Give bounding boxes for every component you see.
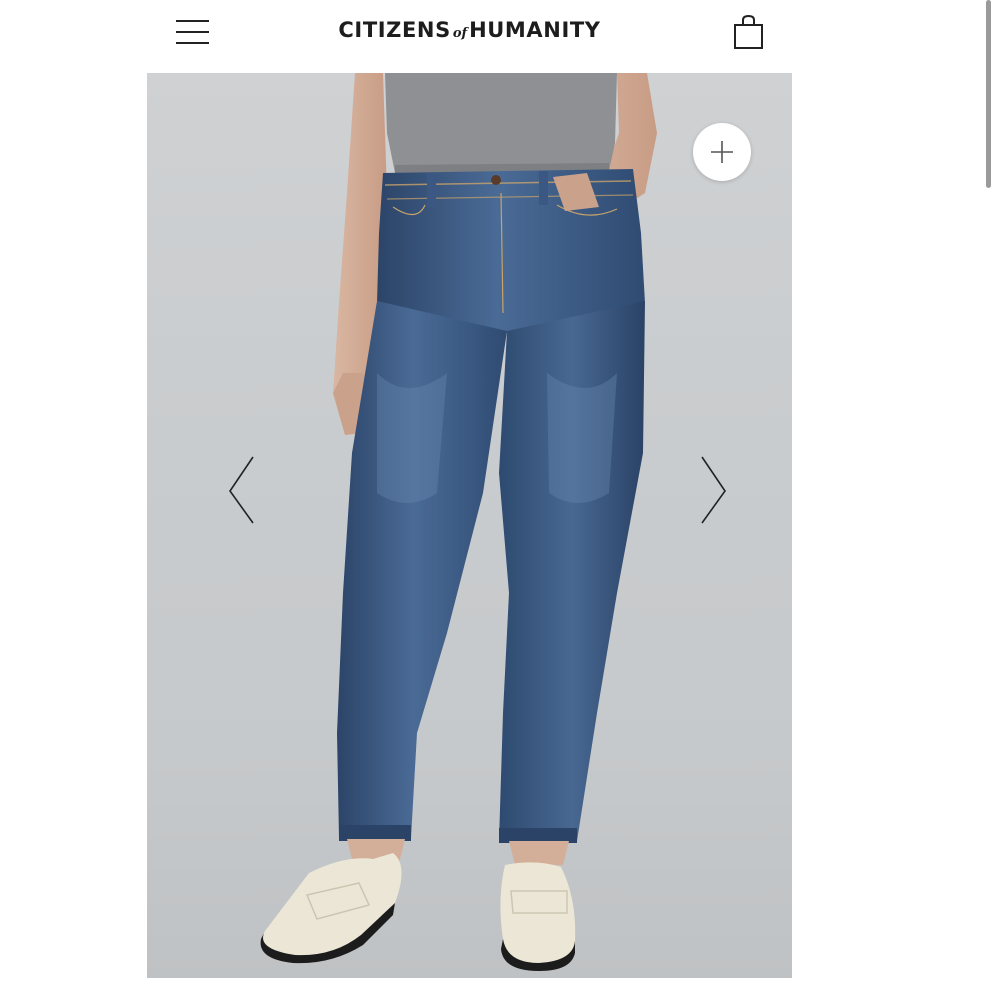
product-page: CITIZENS ofHUMANITY: [0, 0, 1000, 1000]
hamburger-menu-icon-line: [176, 42, 209, 44]
next-image-button[interactable]: [693, 451, 733, 531]
previous-image-button[interactable]: [221, 451, 261, 531]
hamburger-menu-icon: [176, 20, 209, 22]
scrollbar-thumb[interactable]: [986, 0, 991, 188]
chevron-left-icon: [229, 456, 254, 524]
menu-button[interactable]: [175, 18, 211, 46]
brand-name-part3: HUMANITY: [469, 18, 601, 42]
site-header: CITIZENS ofHUMANITY: [147, 0, 792, 73]
zoom-button[interactable]: [693, 123, 751, 181]
shopping-bag-icon: [734, 14, 763, 49]
product-image-gallery[interactable]: [147, 73, 792, 978]
brand-name-part1: CITIZENS: [338, 18, 451, 42]
hamburger-menu-icon-line: [176, 31, 209, 33]
chevron-right-icon: [701, 456, 726, 524]
brand-logo[interactable]: CITIZENS ofHUMANITY: [317, 18, 622, 42]
cart-button[interactable]: [732, 14, 766, 50]
plus-icon: [711, 141, 733, 163]
page-scrollbar[interactable]: [984, 0, 992, 190]
brand-name-part2: of: [452, 26, 468, 41]
